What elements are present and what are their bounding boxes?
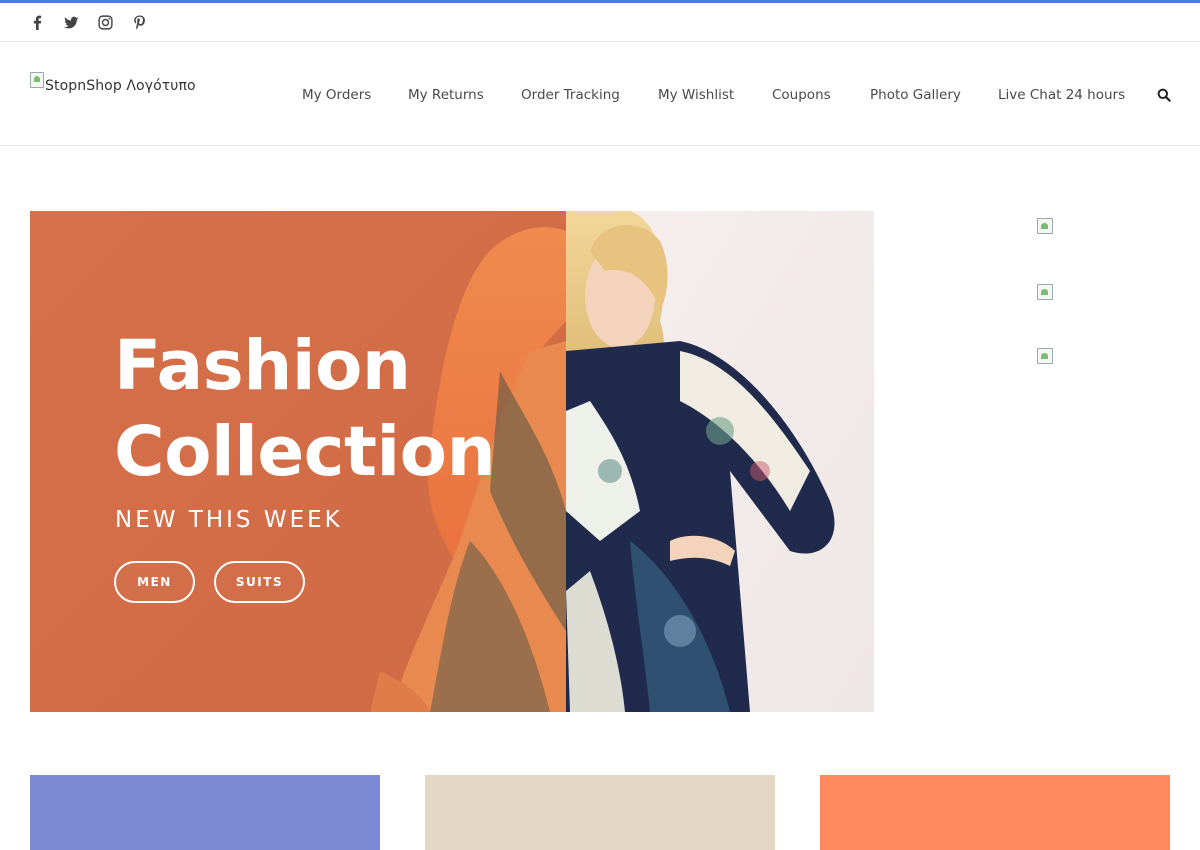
suits-button[interactable]: SUITS	[214, 561, 305, 603]
broken-image-icon[interactable]	[1037, 218, 1053, 234]
pinterest-icon[interactable]	[131, 14, 147, 30]
search-icon[interactable]	[1157, 88, 1171, 102]
category-tile-1[interactable]	[30, 775, 380, 850]
site-header: StopnShop Λογότυπο My Orders My Returns …	[0, 42, 1200, 146]
logo-alt-text: StopnShop Λογότυπο	[45, 78, 196, 94]
social-bar	[0, 3, 1200, 42]
hero-title-line1: Fashion	[114, 326, 411, 406]
facebook-icon[interactable]	[29, 14, 45, 30]
nav-my-returns[interactable]: My Returns	[408, 87, 484, 103]
hero-banner: Fashion Collection NEW THIS WEEK MEN SUI…	[30, 211, 874, 712]
nav-order-tracking[interactable]: Order Tracking	[521, 87, 620, 103]
broken-image-icon	[30, 72, 44, 88]
nav-my-wishlist[interactable]: My Wishlist	[658, 87, 734, 103]
men-button[interactable]: MEN	[114, 561, 195, 603]
twitter-icon[interactable]	[63, 14, 79, 30]
hero-title: Fashion Collection	[114, 323, 496, 495]
nav-coupons[interactable]: Coupons	[772, 87, 831, 103]
hero-title-line2: Collection	[114, 412, 496, 492]
category-tile-2[interactable]	[425, 775, 775, 850]
logo[interactable]: StopnShop Λογότυπο	[30, 72, 196, 94]
nav-live-chat[interactable]: Live Chat 24 hours	[998, 87, 1125, 103]
broken-image-icon[interactable]	[1037, 284, 1053, 300]
hero-subtitle: NEW THIS WEEK	[115, 507, 343, 533]
nav-my-orders[interactable]: My Orders	[302, 87, 371, 103]
nav-photo-gallery[interactable]: Photo Gallery	[870, 87, 961, 103]
category-tile-3[interactable]	[820, 775, 1170, 850]
broken-image-icon[interactable]	[1037, 348, 1053, 364]
instagram-icon[interactable]	[97, 14, 113, 30]
